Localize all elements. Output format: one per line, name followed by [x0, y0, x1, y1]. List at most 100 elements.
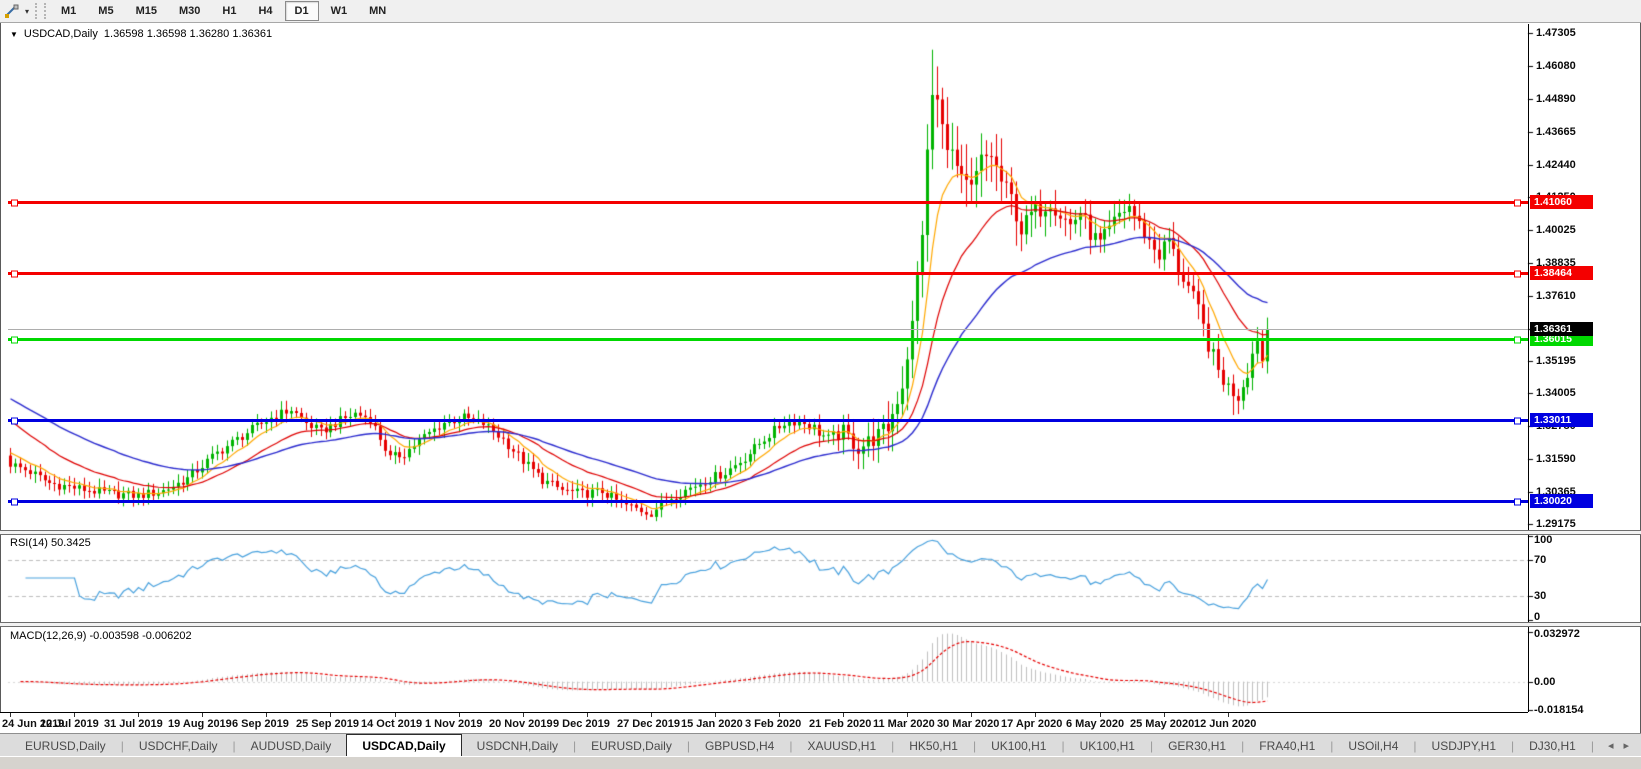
- hline-handle[interactable]: [1514, 199, 1521, 206]
- tab-scroll-arrows: ◂ ▸: [1596, 734, 1641, 757]
- collapse-arrow-icon[interactable]: ▼: [10, 30, 18, 39]
- hline-handle[interactable]: [1514, 417, 1521, 424]
- line-studies-icon[interactable]: [1, 2, 23, 20]
- date-label: 19 Aug 2019: [168, 718, 232, 730]
- pane-divider-rsi[interactable]: [0, 530, 1641, 535]
- price-badge-1.38464: 1.38464: [1530, 266, 1593, 280]
- chart-tab-dj30-h1[interactable]: DJ30,H1: [1514, 734, 1591, 757]
- timeframe-button-h4[interactable]: H4: [248, 1, 282, 21]
- hline-object-1.38464[interactable]: [8, 272, 1528, 275]
- time-tick: [330, 713, 331, 717]
- hline-handle[interactable]: [1514, 270, 1521, 277]
- chart-tab-usoil-h4[interactable]: USOil,H4: [1333, 734, 1413, 757]
- timeframe-button-m1[interactable]: M1: [51, 1, 86, 21]
- time-tick: [266, 713, 267, 717]
- timeframe-button-h1[interactable]: H1: [212, 1, 246, 21]
- chart-tab-usdcad-daily[interactable]: USDCAD,Daily: [346, 734, 461, 757]
- date-label: 21 Feb 2020: [809, 718, 871, 730]
- chart-window-frame: [0, 22, 1641, 735]
- chart-tab-xauusd-h1[interactable]: XAUUSD,H1: [792, 734, 891, 757]
- date-label: 11 Mar 2020: [873, 718, 935, 730]
- date-label: 12 Jul 2019: [40, 718, 99, 730]
- timeframe-button-d1[interactable]: D1: [285, 1, 319, 21]
- date-label: 14 Oct 2019: [361, 718, 422, 730]
- macd-tick: 0.032972: [1534, 628, 1580, 640]
- time-tick: [651, 713, 652, 717]
- time-tick: [74, 713, 75, 717]
- chart-tab-fra40-h1[interactable]: FRA40,H1: [1244, 734, 1330, 757]
- chart-tab-bar: EURUSD,Daily|USDCHF,Daily|AUDUSD,DailyUS…: [0, 733, 1641, 757]
- time-axis[interactable]: 24 Jun 201912 Jul 201931 Jul 201919 Aug …: [0, 712, 1528, 734]
- timeframe-button-m30[interactable]: M30: [169, 1, 210, 21]
- hline-handle[interactable]: [11, 417, 18, 424]
- bid-price-badge: 1.36361: [1530, 322, 1593, 336]
- timeframe-toolbar: ▾ M1M5M15M30H1H4D1W1MN: [0, 0, 1641, 23]
- chart-tab-ger30-h1[interactable]: GER30,H1: [1153, 734, 1241, 757]
- date-label: 15 Jan 2020: [681, 718, 743, 730]
- line-tool-dropdown-caret[interactable]: ▾: [25, 7, 29, 16]
- chart-tab-usdcnh-daily[interactable]: USDCNH,Daily: [462, 734, 573, 757]
- chart-symbol-title: USDCAD,Daily: [24, 28, 98, 40]
- date-label: 20 Nov 2019: [489, 718, 553, 730]
- trading-app-window: ▾ M1M5M15M30H1H4D1W1MN ▼ USDCAD,Daily 1.…: [0, 0, 1641, 768]
- hline-object-1.30020[interactable]: [8, 500, 1528, 503]
- time-tick: [843, 713, 844, 717]
- hline-object-1.36015[interactable]: [8, 338, 1528, 341]
- chart-tab-eurusd-daily[interactable]: EURUSD,Daily: [10, 734, 121, 757]
- date-label: 25 May 2020: [1130, 718, 1194, 730]
- tab-scroll-right-icon[interactable]: ▸: [1623, 739, 1629, 752]
- line-studies-glyph: [4, 3, 20, 19]
- hline-handle[interactable]: [1514, 336, 1521, 343]
- hline-handle[interactable]: [11, 270, 18, 277]
- macd-tick: 0.00: [1534, 676, 1555, 688]
- rsi-tick: 100: [1534, 534, 1552, 546]
- date-label: 6 Sep 2019: [232, 718, 289, 730]
- timeframe-button-mn[interactable]: MN: [359, 1, 396, 21]
- chart-tab-uk100-h1[interactable]: UK100,H1: [1065, 734, 1150, 757]
- timeframe-button-m5[interactable]: M5: [88, 1, 123, 21]
- price-tick: 1.29175: [1536, 518, 1576, 530]
- tab-scroll-left-icon[interactable]: ◂: [1608, 739, 1614, 752]
- chart-tab-gbpusd-h4[interactable]: GBPUSD,H4: [690, 734, 789, 757]
- price-badge-1.30020: 1.30020: [1530, 494, 1593, 508]
- hline-object-1.33011[interactable]: [8, 419, 1528, 422]
- time-tick: [907, 713, 908, 717]
- price-tick: 1.35195: [1536, 355, 1576, 367]
- chart-tab-uk100-h1[interactable]: UK100,H1: [976, 734, 1061, 757]
- chart-tab-audusd-daily[interactable]: AUDUSD,Daily: [236, 734, 347, 757]
- timeframe-button-w1[interactable]: W1: [321, 1, 358, 21]
- price-tick: 1.43665: [1536, 126, 1576, 138]
- price-tick: 1.34005: [1536, 387, 1576, 399]
- status-strip: [0, 756, 1641, 769]
- price-tick: 1.42440: [1536, 159, 1576, 171]
- tab-bar-lead: [0, 734, 10, 757]
- price-tick: 1.31590: [1536, 453, 1576, 465]
- time-tick: [715, 713, 716, 717]
- chart-title-row: ▼ USDCAD,Daily 1.36598 1.36598 1.36280 1…: [10, 28, 272, 40]
- price-tick: 1.40025: [1536, 224, 1576, 236]
- date-label: 6 May 2020: [1066, 718, 1124, 730]
- date-label: 27 Dec 2019: [617, 718, 680, 730]
- time-tick: [138, 713, 139, 717]
- time-tick: [1164, 713, 1165, 717]
- chart-tab-usdchf-daily[interactable]: USDCHF,Daily: [124, 734, 233, 757]
- chart-tab-hk50-h1[interactable]: HK50,H1: [894, 734, 973, 757]
- hline-object-1.41060[interactable]: [8, 201, 1528, 204]
- hline-handle[interactable]: [11, 199, 18, 206]
- ohlc-readout: 1.36598 1.36598 1.36280 1.36361: [104, 28, 272, 40]
- toolbar-grip[interactable]: [35, 3, 46, 19]
- hline-handle[interactable]: [11, 498, 18, 505]
- price-tick: 1.44890: [1536, 93, 1576, 105]
- date-label: 12 Jun 2020: [1194, 718, 1256, 730]
- chart-tab-usdjpy-h1[interactable]: USDJPY,H1: [1417, 734, 1511, 757]
- price-tick: 1.37610: [1536, 290, 1576, 302]
- time-tick: [202, 713, 203, 717]
- hline-handle[interactable]: [1514, 498, 1521, 505]
- pane-divider-macd[interactable]: [0, 622, 1641, 627]
- chart-tab-eurusd-daily[interactable]: EURUSD,Daily: [576, 734, 687, 757]
- date-label: 30 Mar 2020: [937, 718, 999, 730]
- timeframe-button-m15[interactable]: M15: [126, 1, 167, 21]
- time-tick: [1228, 713, 1229, 717]
- hline-handle[interactable]: [11, 336, 18, 343]
- rsi-tick: 30: [1534, 590, 1546, 602]
